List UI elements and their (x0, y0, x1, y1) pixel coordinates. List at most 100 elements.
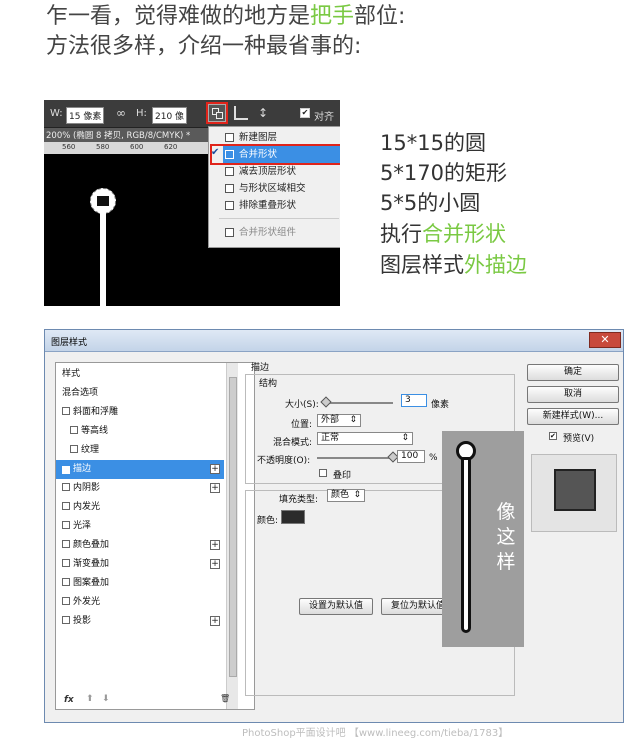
new-style-button[interactable]: 新建样式(W)... (527, 408, 619, 425)
checkbox[interactable]: ✔ (62, 466, 70, 474)
move-down-icon[interactable]: ⬇ (102, 694, 110, 704)
step-5: 图层样式外描边 (380, 252, 527, 278)
subtract-front-icon (225, 167, 234, 176)
checkbox[interactable] (62, 597, 70, 605)
overprint-checkbox[interactable] (319, 469, 327, 477)
style-label: 图案叠加 (73, 578, 110, 588)
step-4: 执行合并形状 (380, 221, 506, 247)
style-item-texture[interactable]: 纹理 (56, 441, 224, 460)
style-item-styles[interactable]: 样式 (56, 365, 224, 384)
example-caption: 像这样 (496, 501, 516, 573)
step-1: 15*15的圆 (380, 131, 486, 155)
fill-type-select[interactable]: 颜色 ⇕ (327, 489, 365, 502)
style-label: 描边 (73, 464, 92, 474)
checkbox[interactable] (70, 445, 78, 453)
style-item-drop-shadow[interactable]: 投影 (56, 612, 224, 631)
menu-item-label: 排除重叠形状 (239, 200, 297, 211)
path-alignment-icon[interactable] (234, 106, 248, 120)
step-highlight: 合并形状 (422, 222, 506, 246)
width-field[interactable]: 15 像素 (66, 107, 105, 124)
trash-icon[interactable]: 🗑 (220, 694, 230, 703)
style-label: 混合选项 (62, 388, 99, 398)
link-icon[interactable]: ∞ (116, 106, 126, 120)
add-color-overlay-button[interactable]: + (210, 540, 220, 550)
checkbox[interactable] (62, 616, 70, 624)
opacity-input[interactable]: 100 (397, 450, 425, 463)
preview-checkbox[interactable]: ✔ (549, 432, 557, 440)
style-item-gradient-overlay[interactable]: 渐变叠加 (56, 555, 224, 574)
ruler-number: 600 (130, 143, 144, 151)
overprint-label: 叠印 (333, 471, 352, 481)
style-item-bevel[interactable]: 斜面和浮雕 (56, 403, 224, 422)
checkbox[interactable] (62, 540, 70, 548)
blend-mode-select[interactable]: 正常 ⇕ (317, 432, 413, 445)
path-operations-menu: 新建图层 合并形状 ✔ 减去顶层形状 与形状区域相交 排除重叠形状 合并形状组件 (208, 126, 340, 248)
intro-text: 乍一看，觉得难做的地方是 (46, 4, 311, 29)
style-item-pattern-overlay[interactable]: 图案叠加 (56, 574, 224, 593)
style-item-color-overlay[interactable]: 颜色叠加 (56, 536, 224, 555)
height-field[interactable]: 210 像 (152, 107, 188, 124)
menu-item-label: 减去顶层形状 (239, 166, 297, 177)
color-swatch[interactable] (281, 510, 305, 524)
set-default-button[interactable]: 设置为默认值 (299, 598, 373, 615)
style-item-satin[interactable]: 光泽 (56, 517, 224, 536)
color-label: 颜色: (257, 516, 279, 526)
menu-divider (219, 218, 339, 219)
checkbox[interactable] (62, 483, 70, 491)
blend-mode-value: 正常 (321, 433, 340, 443)
style-item-inner-glow[interactable]: 内发光 (56, 498, 224, 517)
intersect-icon (225, 184, 234, 193)
add-gradient-overlay-button[interactable]: + (210, 559, 220, 569)
style-item-stroke[interactable]: ✔ 描边 (56, 460, 224, 479)
menu-item-label: 合并形状组件 (239, 227, 297, 238)
style-item-inner-shadow[interactable]: 内阴影 (56, 479, 224, 498)
menu-item-subtract-front[interactable]: 减去顶层形状 (223, 163, 340, 180)
position-select[interactable]: 外部 ⇕ (317, 414, 361, 427)
add-drop-shadow-button[interactable]: + (210, 616, 220, 626)
ok-button[interactable]: 确定 (527, 364, 619, 381)
checkbox[interactable] (62, 407, 70, 415)
menu-item-label: 与形状区域相交 (239, 183, 306, 194)
scrollbar-thumb[interactable] (229, 377, 237, 677)
menu-item-merge-components[interactable]: 合并形状组件 (223, 224, 340, 241)
fx-icon[interactable]: fx (64, 695, 74, 705)
style-label: 样式 (62, 369, 81, 379)
checkbox[interactable] (62, 502, 70, 510)
style-item-contour[interactable]: 等高线 (56, 422, 224, 441)
position-label: 位置: (291, 420, 313, 430)
checkbox[interactable] (62, 521, 70, 529)
dialog-title: 图层样式 (51, 338, 88, 348)
step-3: 5*5的小圆 (380, 191, 481, 215)
style-label: 斜面和浮雕 (73, 407, 119, 417)
updown-icon: ⇕ (401, 433, 409, 443)
stroke-section-title: 描边 (251, 363, 270, 373)
style-label: 外发光 (73, 597, 101, 607)
cancel-button[interactable]: 取消 (527, 386, 619, 403)
checkbox[interactable] (62, 578, 70, 586)
styles-list: 样式 混合选项 斜面和浮雕 等高线 纹理 ✔ 描边 + 内阴影 + 内发光 光泽 … (55, 362, 255, 710)
new-layer-icon (225, 133, 234, 142)
menu-item-exclude-overlap[interactable]: 排除重叠形状 (223, 197, 340, 214)
size-input[interactable]: 3 (401, 394, 427, 407)
intro-line-2: 方法很多样，介绍一种最省事的: (46, 34, 362, 59)
checkbox[interactable] (62, 559, 70, 567)
ruler-number: 560 (62, 143, 76, 151)
style-item-blending[interactable]: 混合选项 (56, 384, 224, 403)
move-up-icon[interactable]: ⬆ (86, 694, 94, 704)
opacity-slider[interactable] (317, 457, 393, 459)
step-2: 5*170的矩形 (380, 161, 507, 185)
document-title: 200% (椭圆 8 拷贝, RGB/8/CMYK) * (46, 131, 191, 141)
dialog-titlebar[interactable]: 图层样式 ✕ (45, 330, 623, 352)
add-inner-shadow-button[interactable]: + (210, 483, 220, 493)
intro-text-suffix: 部位: (354, 4, 406, 29)
style-item-outer-glow[interactable]: 外发光 (56, 593, 224, 612)
styles-scrollbar[interactable] (226, 363, 238, 709)
preview-label: 预览(V) (563, 434, 595, 444)
add-stroke-button[interactable]: + (210, 464, 220, 474)
menu-item-intersect[interactable]: 与形状区域相交 (223, 180, 340, 197)
align-edges-checkbox[interactable]: ✔ (300, 108, 310, 118)
close-button[interactable]: ✕ (589, 332, 621, 348)
checkbox[interactable] (70, 426, 78, 434)
size-slider[interactable] (323, 402, 393, 404)
path-arrangement-icon[interactable]: ↕ (258, 106, 268, 120)
